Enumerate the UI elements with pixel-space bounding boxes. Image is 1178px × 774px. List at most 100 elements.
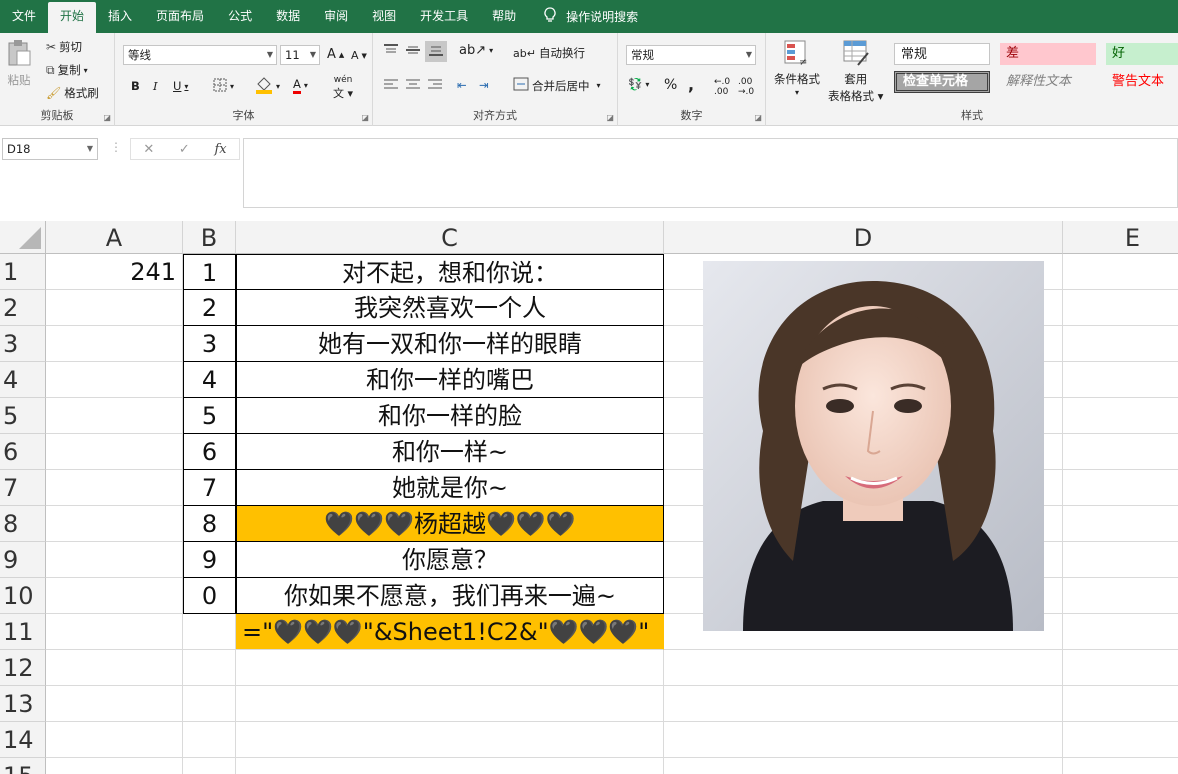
cell-c8[interactable]: 🖤🖤🖤杨超越🖤🖤🖤	[236, 506, 664, 542]
cell-d15[interactable]	[664, 758, 1063, 774]
align-top-button[interactable]	[383, 43, 399, 60]
cell-e7[interactable]	[1063, 470, 1178, 506]
style-normal[interactable]: 常规	[894, 43, 990, 65]
row-header-15[interactable]: 15	[0, 758, 46, 774]
cell-b4[interactable]: 4	[183, 362, 236, 398]
cell-c1[interactable]: 对不起，想和你说：	[236, 254, 664, 290]
decrease-decimal-button[interactable]: .00 →.0	[738, 77, 754, 97]
cell-e14[interactable]	[1063, 722, 1178, 758]
italic-button[interactable]: I	[153, 79, 158, 93]
cell-c9[interactable]: 你愿意？	[236, 542, 664, 578]
shrink-font-button[interactable]: A ▼	[351, 49, 367, 62]
style-good[interactable]: 好	[1106, 43, 1178, 65]
style-warning[interactable]: 警告文本	[1106, 71, 1178, 93]
cell-c15[interactable]	[236, 758, 664, 774]
cell-a9[interactable]	[46, 542, 183, 578]
column-header-b[interactable]: B	[183, 221, 236, 254]
bold-button[interactable]: B	[131, 79, 140, 93]
portrait-photo[interactable]	[703, 261, 1044, 631]
row-header-13[interactable]: 13	[0, 686, 46, 722]
cell-e8[interactable]	[1063, 506, 1178, 542]
tab-help[interactable]: 帮助	[480, 0, 528, 33]
row-header-6[interactable]: 6	[0, 434, 46, 470]
tab-home[interactable]: 开始	[48, 2, 97, 33]
dialog-launcher-icon[interactable]: ◪	[754, 113, 762, 122]
conditional-format-button[interactable]: ≠ 条件格式 ▾	[774, 39, 820, 97]
cell-e10[interactable]	[1063, 578, 1178, 614]
font-size-select[interactable]: 11 ▼	[280, 45, 320, 65]
tab-review[interactable]: 审阅	[312, 0, 360, 33]
row-header-9[interactable]: 9	[0, 542, 46, 578]
row-header-1[interactable]: 1	[0, 254, 46, 290]
worksheet-grid[interactable]: A B C D E 1 241 1 对不起，想和你说： 2 2 我突然喜欢一个人 3 3 她有一双…	[0, 221, 1178, 774]
cell-c4[interactable]: 和你一样的嘴巴	[236, 362, 664, 398]
cell-c13[interactable]	[236, 686, 664, 722]
cell-e5[interactable]	[1063, 398, 1178, 434]
cell-c10[interactable]: 你如果不愿意，我们再来一遍~	[236, 578, 664, 614]
paste-button[interactable]: 粘贴	[6, 39, 32, 88]
insert-function-icon[interactable]: fx	[214, 142, 226, 157]
cell-b9[interactable]: 9	[183, 542, 236, 578]
style-bad[interactable]: 差	[1000, 43, 1096, 65]
row-header-8[interactable]: 8	[0, 506, 46, 542]
cell-b6[interactable]: 6	[183, 434, 236, 470]
dialog-launcher-icon[interactable]: ◪	[361, 113, 369, 122]
cell-a4[interactable]	[46, 362, 183, 398]
cell-e12[interactable]	[1063, 650, 1178, 686]
cell-b14[interactable]	[183, 722, 236, 758]
cell-a1[interactable]: 241	[46, 254, 183, 290]
align-left-button[interactable]	[383, 78, 399, 95]
comma-button[interactable]: ,	[688, 75, 694, 94]
style-explanatory[interactable]: 解释性文本	[1000, 71, 1096, 93]
row-header-2[interactable]: 2	[0, 290, 46, 326]
cell-a10[interactable]	[46, 578, 183, 614]
row-header-12[interactable]: 12	[0, 650, 46, 686]
cell-b5[interactable]: 5	[183, 398, 236, 434]
cell-a14[interactable]	[46, 722, 183, 758]
cell-b11[interactable]	[183, 614, 236, 650]
currency-button[interactable]: 💱 ▾	[628, 77, 649, 91]
dialog-launcher-icon[interactable]: ◪	[103, 113, 111, 122]
tab-data[interactable]: 数据	[264, 0, 312, 33]
cell-e15[interactable]	[1063, 758, 1178, 774]
fill-color-button[interactable]: ▾	[255, 76, 280, 97]
cell-a15[interactable]	[46, 758, 183, 774]
tab-formulas[interactable]: 公式	[216, 0, 264, 33]
style-check-cell[interactable]: 检查单元格	[894, 71, 990, 93]
row-header-4[interactable]: 4	[0, 362, 46, 398]
cell-e13[interactable]	[1063, 686, 1178, 722]
cell-a7[interactable]	[46, 470, 183, 506]
cell-c14[interactable]	[236, 722, 664, 758]
wrap-text-button[interactable]: ab↵ 自动换行	[513, 45, 585, 61]
increase-indent-button[interactable]: ⇥	[479, 78, 489, 92]
cell-a2[interactable]	[46, 290, 183, 326]
cell-b15[interactable]	[183, 758, 236, 774]
tab-view[interactable]: 视图	[360, 0, 408, 33]
cell-e1[interactable]	[1063, 254, 1178, 290]
name-box[interactable]: D18 ▼	[2, 138, 98, 160]
font-name-select[interactable]: 等线 ▼	[123, 45, 277, 65]
tell-me-search[interactable]: 操作说明搜索	[556, 8, 638, 25]
cell-a12[interactable]	[46, 650, 183, 686]
copy-button[interactable]: ⧉ 复制 ▾	[46, 62, 88, 78]
cell-b8[interactable]: 8	[183, 506, 236, 542]
column-header-d[interactable]: D	[664, 221, 1063, 254]
column-header-e[interactable]: E	[1063, 221, 1178, 254]
cell-e6[interactable]	[1063, 434, 1178, 470]
row-header-11[interactable]: 11	[0, 614, 46, 650]
cell-c3[interactable]: 她有一双和你一样的眼睛	[236, 326, 664, 362]
cell-b13[interactable]	[183, 686, 236, 722]
cell-c6[interactable]: 和你一样~	[236, 434, 664, 470]
align-center-button[interactable]	[405, 78, 421, 95]
format-painter-button[interactable]: 🖌 格式刷	[46, 85, 99, 101]
select-all-corner[interactable]	[0, 221, 46, 254]
tab-page-layout[interactable]: 页面布局	[144, 0, 216, 33]
tab-developer[interactable]: 开发工具	[408, 0, 480, 33]
row-header-14[interactable]: 14	[0, 722, 46, 758]
cell-c5[interactable]: 和你一样的脸	[236, 398, 664, 434]
cell-c2[interactable]: 我突然喜欢一个人	[236, 290, 664, 326]
merge-center-button[interactable]: 合并后居中 ▾	[513, 77, 601, 94]
cell-c7[interactable]: 她就是你~	[236, 470, 664, 506]
row-header-3[interactable]: 3	[0, 326, 46, 362]
cut-button[interactable]: ✂ 剪切	[46, 39, 82, 55]
